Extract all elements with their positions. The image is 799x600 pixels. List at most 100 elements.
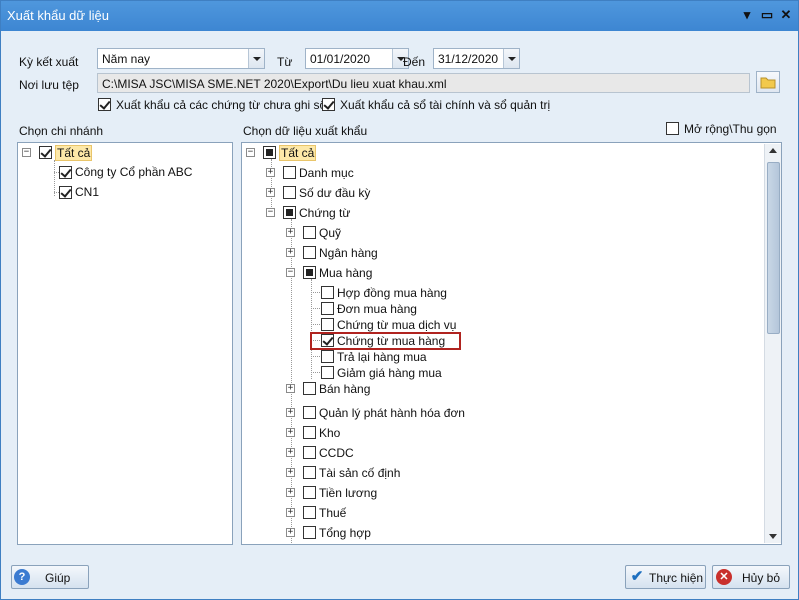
- pin-icon[interactable]: ▾: [739, 7, 755, 23]
- expand-collapse-checkbox[interactable]: [666, 122, 679, 135]
- branch-all-label[interactable]: Tất cả: [55, 145, 93, 161]
- category-label[interactable]: Danh mục: [299, 166, 354, 180]
- branch-company-checkbox[interactable]: [59, 166, 72, 179]
- bank-checkbox[interactable]: [303, 246, 316, 259]
- branch-tree: − Tất cả Công ty Cổ phần ABC CN1: [17, 142, 233, 545]
- tree-connector: [311, 372, 320, 373]
- purchase-order-checkbox[interactable]: [321, 302, 334, 315]
- data-tree: − Tất cả + Danh mục + Số dư đầu kỳ − Chứ…: [241, 142, 782, 545]
- tax-checkbox[interactable]: [303, 506, 316, 519]
- tree-connector: [311, 324, 320, 325]
- export-finance-checkbox[interactable]: [322, 98, 335, 111]
- purchase-contract-label[interactable]: Hợp đồng mua hàng: [337, 286, 447, 300]
- tree-connector: [54, 160, 55, 196]
- scroll-up-icon[interactable]: [769, 148, 777, 153]
- scrollbar-thumb[interactable]: [767, 162, 780, 334]
- invoice-mgmt-checkbox[interactable]: [303, 406, 316, 419]
- scroll-down-icon[interactable]: [769, 534, 777, 539]
- expand-icon[interactable]: +: [286, 448, 295, 457]
- payroll-checkbox[interactable]: [303, 486, 316, 499]
- purchase-contract-checkbox[interactable]: [321, 286, 334, 299]
- tree-connector: [311, 279, 312, 379]
- service-purchase-label[interactable]: Chứng từ mua dịch vụ: [337, 318, 456, 332]
- summary-label[interactable]: Tổng hợp: [319, 526, 371, 540]
- warehouse-label[interactable]: Kho: [319, 426, 340, 440]
- help-icon: ?: [14, 569, 30, 585]
- period-value: Năm nay: [102, 52, 151, 66]
- cash-label[interactable]: Quỹ: [319, 226, 341, 240]
- help-button[interactable]: ? Giúp: [11, 565, 89, 589]
- branch-all-checkbox[interactable]: [39, 146, 52, 159]
- sales-checkbox[interactable]: [303, 382, 316, 395]
- export-unposted-checkbox[interactable]: [98, 98, 111, 111]
- folder-icon: [760, 77, 776, 89]
- execute-button[interactable]: ✔ Thực hiện: [625, 565, 706, 589]
- purchase-label[interactable]: Mua hàng: [319, 266, 372, 280]
- invoice-mgmt-label[interactable]: Quản lý phát hành hóa đơn: [319, 406, 465, 420]
- expand-icon[interactable]: +: [286, 408, 295, 417]
- expand-icon[interactable]: +: [286, 384, 295, 393]
- expand-icon[interactable]: +: [266, 188, 275, 197]
- expand-collapse-label: Mở rộng\Thu gọn: [684, 122, 777, 136]
- highlight-box: [310, 332, 461, 350]
- period-select[interactable]: Năm nay: [97, 48, 265, 69]
- expand-icon[interactable]: +: [286, 488, 295, 497]
- save-path-field[interactable]: C:\MISA JSC\MISA SME.NET 2020\Export\Du …: [97, 73, 750, 93]
- opening-balance-label[interactable]: Số dư đầu kỳ: [299, 186, 370, 200]
- data-all-checkbox[interactable]: [263, 146, 276, 159]
- expand-icon[interactable]: +: [286, 248, 295, 257]
- branch-panel-title: Chọn chi nhánh: [19, 124, 104, 138]
- collapse-icon[interactable]: −: [22, 148, 31, 157]
- data-panel-title: Chọn dữ liệu xuất khẩu: [243, 124, 368, 138]
- summary-checkbox[interactable]: [303, 526, 316, 539]
- expand-icon[interactable]: +: [286, 428, 295, 437]
- expand-icon[interactable]: +: [286, 228, 295, 237]
- help-button-label: Giúp: [45, 571, 71, 585]
- branch-cn1-checkbox[interactable]: [59, 186, 72, 199]
- maximize-icon[interactable]: ▭: [759, 7, 775, 23]
- data-all-label[interactable]: Tất cả: [279, 145, 317, 161]
- export-dialog: Xuất khẩu dữ liệu ▾ ▭ ✕ Kỳ kết xuất Năm …: [0, 0, 799, 600]
- vertical-scrollbar[interactable]: [764, 144, 781, 543]
- expand-icon[interactable]: +: [286, 468, 295, 477]
- payroll-label[interactable]: Tiền lương: [319, 486, 377, 500]
- chevron-down-icon[interactable]: [503, 49, 519, 68]
- collapse-icon[interactable]: −: [266, 208, 275, 217]
- tools-checkbox[interactable]: [303, 446, 316, 459]
- cash-checkbox[interactable]: [303, 226, 316, 239]
- purchase-discount-checkbox[interactable]: [321, 366, 334, 379]
- opening-balance-checkbox[interactable]: [283, 186, 296, 199]
- warehouse-checkbox[interactable]: [303, 426, 316, 439]
- period-label: Kỳ kết xuất: [19, 55, 79, 69]
- branch-company-label[interactable]: Công ty Cổ phần ABC: [75, 165, 192, 179]
- to-date-field[interactable]: 31/12/2020: [433, 48, 520, 69]
- purchase-return-checkbox[interactable]: [321, 350, 334, 363]
- expand-icon[interactable]: +: [286, 528, 295, 537]
- vouchers-checkbox[interactable]: [283, 206, 296, 219]
- vouchers-label[interactable]: Chứng từ: [299, 206, 350, 220]
- fixed-assets-label[interactable]: Tài sản cố định: [319, 466, 400, 480]
- purchase-return-label[interactable]: Trả lại hàng mua: [337, 350, 427, 364]
- tree-connector: [311, 308, 320, 309]
- close-icon[interactable]: ✕: [778, 7, 794, 23]
- tax-label[interactable]: Thuế: [319, 506, 346, 520]
- collapse-icon[interactable]: −: [246, 148, 255, 157]
- purchase-checkbox[interactable]: [303, 266, 316, 279]
- branch-cn1-label[interactable]: CN1: [75, 185, 99, 199]
- expand-icon[interactable]: +: [266, 168, 275, 177]
- category-checkbox[interactable]: [283, 166, 296, 179]
- chevron-down-icon[interactable]: [248, 49, 264, 68]
- expand-icon[interactable]: +: [286, 508, 295, 517]
- purchase-order-label[interactable]: Đơn mua hàng: [337, 302, 417, 316]
- from-date-field[interactable]: 01/01/2020: [305, 48, 409, 69]
- browse-folder-button[interactable]: [756, 71, 780, 93]
- fixed-assets-checkbox[interactable]: [303, 466, 316, 479]
- collapse-icon[interactable]: −: [286, 268, 295, 277]
- cancel-button[interactable]: ✕ Hủy bỏ: [712, 565, 790, 589]
- purchase-discount-label[interactable]: Giảm giá hàng mua: [337, 366, 442, 380]
- sales-label[interactable]: Bán hàng: [319, 382, 370, 396]
- tools-label[interactable]: CCDC: [319, 446, 354, 460]
- bank-label[interactable]: Ngân hàng: [319, 246, 378, 260]
- service-purchase-checkbox[interactable]: [321, 318, 334, 331]
- to-date-value: 31/12/2020: [438, 52, 499, 66]
